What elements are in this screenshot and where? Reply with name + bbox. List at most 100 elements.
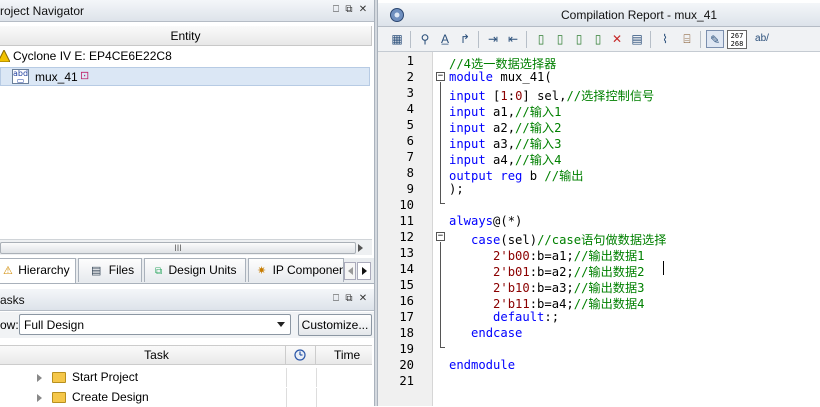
code-token: a2, bbox=[485, 121, 516, 135]
code-token: :b=a1; bbox=[529, 249, 574, 263]
line-number: 8 bbox=[406, 166, 414, 180]
tabs-scroll-right-icon[interactable] bbox=[357, 262, 371, 280]
fold-toggle-icon[interactable]: − bbox=[436, 72, 445, 81]
bookmark-clear-icon[interactable]: ✕ bbox=[608, 30, 626, 48]
float-icon[interactable]: ⧉ bbox=[343, 4, 355, 16]
indent-icon[interactable]: ⇥ bbox=[484, 30, 502, 48]
attach-icon[interactable]: ⌇ bbox=[656, 30, 674, 48]
code-line[interactable]: output reg b //输出 bbox=[449, 166, 583, 184]
warning-triangle-icon bbox=[0, 50, 10, 62]
horizontal-scrollbar[interactable]: III bbox=[0, 239, 372, 255]
bookmark-next-icon[interactable]: ▯ bbox=[551, 30, 569, 48]
goto-line-icon[interactable]: ↱ bbox=[456, 30, 474, 48]
code-line[interactable]: default:; bbox=[449, 310, 559, 324]
code-token: //选择控制信号 bbox=[566, 89, 655, 103]
code-token: always bbox=[449, 214, 494, 228]
bookmark-toggle-icon[interactable]: ▯ bbox=[532, 30, 550, 48]
task-label: Start Project bbox=[72, 370, 139, 384]
code-line[interactable]: endcase bbox=[449, 326, 522, 340]
line-number: 10 bbox=[399, 198, 414, 212]
files-tab-icon: ▤ bbox=[91, 265, 102, 277]
scroll-icon[interactable]: ⌸ bbox=[678, 30, 696, 48]
tree-item-device[interactable]: Cyclone IV E: EP4CE6E22C8 bbox=[0, 47, 372, 66]
code-line[interactable]: endmodule bbox=[449, 358, 515, 372]
code-token: //4选一数据选择器 bbox=[449, 57, 557, 71]
report-title: Compilation Report - mux_41 bbox=[561, 8, 718, 22]
code-token: //输入4 bbox=[515, 153, 562, 167]
code-token: a1, bbox=[485, 105, 516, 119]
tab-design-units-label: Design Units bbox=[168, 263, 237, 277]
expand-arrow-icon[interactable] bbox=[37, 374, 42, 382]
flow-select[interactable]: Full Design bbox=[19, 314, 291, 335]
line-number: 7 bbox=[406, 150, 414, 164]
code-token: //输出 bbox=[544, 169, 584, 183]
code-token: [ bbox=[485, 89, 501, 103]
folder-icon bbox=[52, 372, 66, 383]
line-number: 9 bbox=[406, 182, 414, 196]
code-token: ); bbox=[449, 182, 464, 196]
pin-icon[interactable]: ⎕ bbox=[330, 4, 342, 16]
task-row[interactable]: Create Design bbox=[0, 388, 372, 407]
code-token: : bbox=[507, 89, 516, 103]
task-row[interactable]: Start Project bbox=[0, 368, 372, 387]
code-line[interactable]: module mux_41( bbox=[449, 70, 552, 84]
bookmark-list-icon[interactable]: ▤ bbox=[628, 30, 646, 48]
tab-design-units[interactable]: ⧉ Design Units bbox=[144, 258, 246, 282]
code-token: //输出数据4 bbox=[573, 297, 645, 311]
code-token: input bbox=[449, 105, 486, 119]
toolbar-separator bbox=[410, 31, 411, 48]
code-token: input bbox=[449, 153, 486, 167]
tasks-float-icon[interactable]: ⧉ bbox=[343, 293, 355, 305]
code-token: :b=a4; bbox=[529, 297, 574, 311]
close-icon[interactable]: ✕ bbox=[357, 4, 369, 16]
compile-icon[interactable]: ▦ bbox=[388, 30, 406, 48]
entity-column-header[interactable]: Entity bbox=[0, 26, 372, 46]
code-token: //输出数据1 bbox=[573, 249, 645, 263]
flow-label: ow: bbox=[0, 318, 19, 332]
code-line[interactable]: always@(*) bbox=[449, 214, 522, 228]
customize-button[interactable]: Customize... bbox=[298, 314, 372, 336]
task-label: Create Design bbox=[72, 390, 149, 404]
time-icon-column-header[interactable] bbox=[286, 346, 316, 365]
tasks-pin-icon[interactable]: ⎕ bbox=[330, 293, 342, 305]
tab-hierarchy[interactable]: ⚠ Hierarchy bbox=[0, 258, 76, 283]
code-token: mux_41( bbox=[493, 70, 552, 84]
line-number: 6 bbox=[406, 134, 414, 148]
task-column-header[interactable]: Task bbox=[0, 346, 286, 365]
text-wrap-icon[interactable]: ab/ bbox=[751, 30, 773, 48]
code-token: 2'b00 bbox=[493, 249, 530, 263]
code-line[interactable]: ); bbox=[449, 182, 464, 196]
code-token: //输出数据3 bbox=[573, 281, 645, 295]
bookmark-prev-icon[interactable]: ▯ bbox=[570, 30, 588, 48]
scrollbar-thumb[interactable]: III bbox=[0, 242, 356, 254]
bookmark-first-icon[interactable]: ▯ bbox=[589, 30, 607, 48]
unindent-icon[interactable]: ⇤ bbox=[504, 30, 522, 48]
report-gear-icon[interactable] bbox=[389, 7, 405, 23]
time-column-header[interactable]: Time bbox=[316, 346, 372, 365]
scroll-right-arrow-icon[interactable] bbox=[358, 244, 363, 252]
expand-arrow-icon[interactable] bbox=[37, 394, 42, 402]
tree-item-entity[interactable]: abd ▭ mux_41 ⊡ bbox=[0, 67, 370, 86]
line-number: 19 bbox=[399, 342, 414, 356]
fold-toggle-icon[interactable]: − bbox=[436, 232, 445, 241]
tab-files-label: Files bbox=[108, 263, 135, 277]
find-replace-icon[interactable]: A̲ bbox=[436, 30, 454, 48]
project-navigator-titlebar: roject Navigator ⎕ ⧉ ✕ bbox=[0, 0, 374, 22]
tabs-scroll-left-icon[interactable] bbox=[344, 262, 356, 280]
tab-ip-components[interactable]: ✷ IP Componen bbox=[248, 258, 344, 282]
line-number: 20 bbox=[399, 358, 414, 372]
code-token: input bbox=[449, 137, 486, 151]
tasks-close-icon[interactable]: ✕ bbox=[357, 293, 369, 305]
find-icon[interactable]: ⚲ bbox=[416, 30, 434, 48]
toolbar-separator bbox=[526, 31, 527, 48]
code-token: reg bbox=[500, 169, 523, 183]
tab-files[interactable]: ▤ Files bbox=[78, 258, 142, 282]
code-token: default bbox=[493, 310, 545, 324]
line-number: 4 bbox=[406, 102, 414, 116]
comment-icon[interactable]: ✎ bbox=[706, 30, 724, 48]
line-number: 16 bbox=[399, 294, 414, 308]
line-number-badge-icon[interactable]: 267 268 bbox=[727, 30, 747, 49]
code-token: //输入1 bbox=[515, 105, 562, 119]
